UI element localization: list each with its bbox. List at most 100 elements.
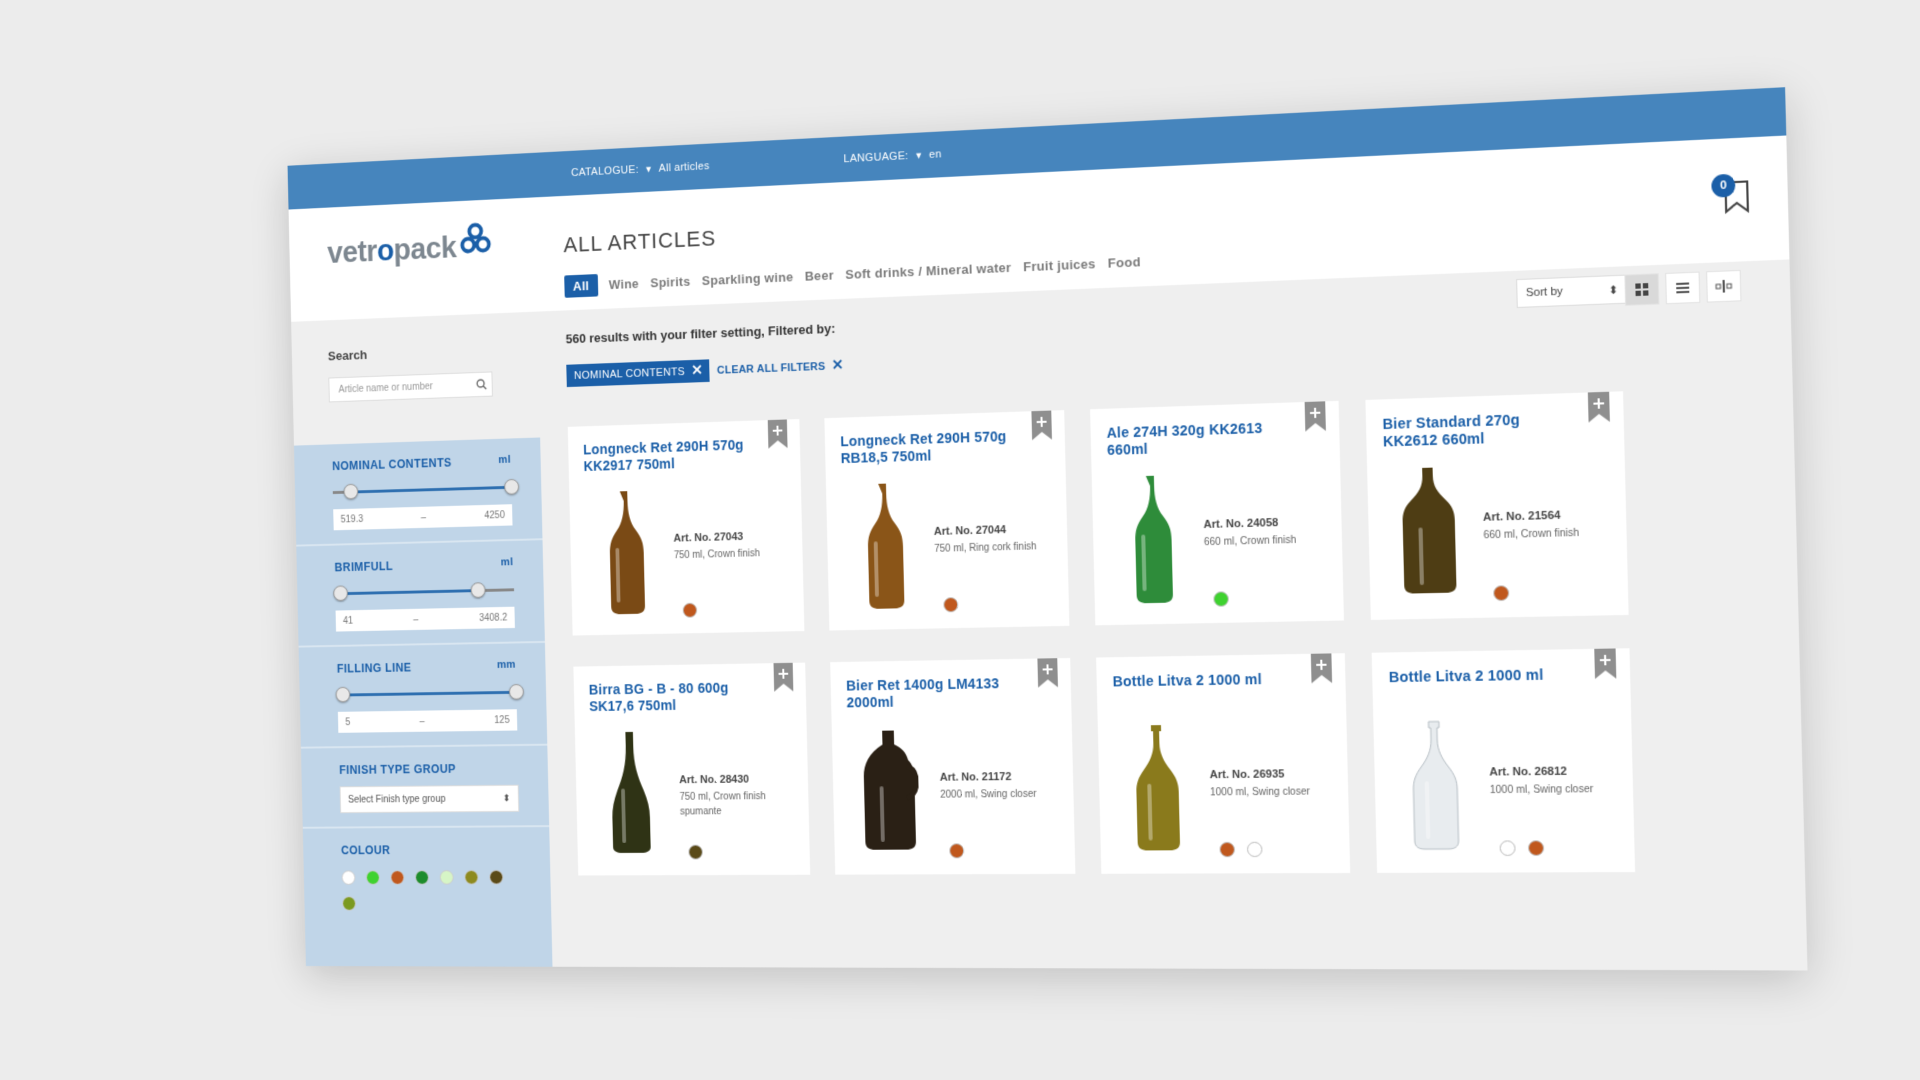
filter-chip-nominal-contents[interactable]: NOMINAL CONTENTS — [566, 359, 709, 387]
chevron-down-icon: ▼ — [914, 150, 923, 160]
bottle-image[interactable] — [1126, 723, 1190, 855]
bookmark-plus-icon — [767, 419, 789, 449]
product-card[interactable]: Bier Ret 1400g LM4133 2000ml Art. No. 211… — [830, 658, 1075, 875]
chip-label: NOMINAL CONTENTS — [574, 366, 685, 382]
product-name[interactable]: Birra BG - B - 80 600g SK17,6 750ml — [589, 679, 760, 715]
view-switcher — [1624, 270, 1741, 306]
bottle-image[interactable] — [859, 726, 920, 855]
facet-finish-type-group: FINISH TYPE GROUP Select Finish type gro… — [301, 746, 549, 829]
clear-all-filters-button[interactable]: CLEAR ALL FILTERS — [717, 359, 843, 376]
finish-type-select[interactable]: Select Finish type group ⬍ — [340, 785, 520, 813]
product-description: 2000 ml, Swing closer — [940, 787, 1069, 803]
colour-swatch[interactable] — [464, 870, 478, 885]
colour-variant-swatch[interactable] — [1219, 842, 1235, 857]
grid-view-button[interactable] — [1624, 273, 1659, 306]
product-name[interactable]: Bottle Litva 2 1000 ml — [1112, 670, 1295, 690]
colour-swatch[interactable] — [390, 870, 404, 884]
bottle-image[interactable] — [1402, 719, 1468, 853]
colour-variant-swatch[interactable] — [1528, 840, 1544, 856]
product-name[interactable]: Longneck Ret 290H 570g KK2917 750ml — [583, 436, 754, 475]
nominal-contents-range[interactable]: 519.3 – 4250 — [333, 504, 512, 530]
tab-beer[interactable]: Beer — [805, 264, 835, 288]
range-min: 519.3 — [341, 514, 364, 525]
slider-max-handle[interactable] — [470, 582, 485, 598]
bottle-image[interactable] — [1396, 465, 1462, 600]
slider-max-handle[interactable] — [504, 479, 519, 495]
colour-variant-swatch[interactable] — [688, 845, 703, 860]
close-icon[interactable] — [692, 365, 702, 378]
nominal-contents-slider[interactable] — [333, 477, 512, 502]
colour-variant-swatch[interactable] — [683, 603, 698, 618]
search-icon[interactable] — [471, 378, 492, 390]
watchlist-button[interactable]: 0 — [1711, 177, 1755, 221]
sort-by-select[interactable]: Sort by ⬍ — [1516, 275, 1628, 309]
slider-max-handle[interactable] — [509, 684, 524, 700]
bottle-image[interactable] — [853, 481, 914, 611]
slider-fill — [350, 486, 511, 494]
article-number: Art. No. 26935 — [1210, 768, 1343, 781]
facet-label: FINISH TYPE GROUP — [339, 762, 456, 777]
product-card[interactable]: Bottle Litva 2 1000 ml Art. No. 26935 1000… — [1096, 653, 1350, 874]
colour-variant-swatch[interactable] — [1247, 842, 1263, 857]
list-icon — [1675, 280, 1690, 295]
colour-swatch[interactable] — [415, 870, 429, 884]
colour-swatch[interactable] — [366, 870, 380, 884]
colour-variant-swatch[interactable] — [943, 597, 958, 612]
colour-variant-swatch[interactable] — [1493, 585, 1509, 601]
product-name[interactable]: Bier Standard 270g KK2612 660ml — [1382, 410, 1572, 451]
range-min: 5 — [345, 717, 350, 728]
colour-swatch[interactable] — [342, 870, 356, 884]
bottle-image[interactable] — [601, 730, 660, 857]
vetropack-logo[interactable]: vetropack — [327, 229, 492, 271]
search-input[interactable] — [329, 378, 471, 396]
slider-min-handle[interactable] — [333, 585, 348, 601]
colour-swatch[interactable] — [489, 870, 503, 885]
product-name[interactable]: Bottle Litva 2 1000 ml — [1389, 666, 1578, 687]
add-to-watchlist-button[interactable] — [1587, 392, 1611, 424]
tab-all[interactable]: All — [564, 274, 598, 298]
filling-line-range[interactable]: 5 – 125 — [338, 709, 517, 733]
bottle-image[interactable] — [595, 488, 654, 616]
tab-spirits[interactable]: Spirits — [650, 270, 691, 294]
add-to-watchlist-button[interactable] — [1036, 658, 1059, 688]
compare-view-button[interactable] — [1706, 270, 1741, 303]
product-name[interactable]: Bier Ret 1400g LM4133 2000ml — [846, 675, 1023, 712]
facet-label: NOMINAL CONTENTS — [332, 456, 452, 473]
product-card[interactable]: Longneck Ret 290H 570g KK2917 750ml Art. … — [568, 419, 805, 636]
slider-min-handle[interactable] — [335, 687, 350, 703]
product-card[interactable]: Birra BG - B - 80 600g SK17,6 750ml Art. … — [573, 663, 810, 876]
tab-food[interactable]: Food — [1107, 250, 1141, 275]
product-card[interactable]: Bier Standard 270g KK2612 660ml Art. No. … — [1365, 391, 1628, 620]
add-to-watchlist-button[interactable] — [1593, 648, 1617, 680]
tab-fruit-juices[interactable]: Fruit juices — [1023, 252, 1096, 278]
add-to-watchlist-button[interactable] — [1310, 653, 1333, 684]
colour-swatch[interactable] — [342, 896, 356, 910]
list-view-button[interactable] — [1665, 272, 1700, 305]
brimfull-range[interactable]: 41 – 3408.2 — [336, 607, 515, 632]
catalogue-selector[interactable]: CATALOGUE: ▼ All articles — [571, 160, 710, 179]
colour-variant-swatch[interactable] — [1213, 591, 1229, 607]
colour-variant-swatch[interactable] — [949, 843, 964, 858]
select-arrows-icon: ⬍ — [1608, 283, 1618, 297]
filling-line-slider[interactable] — [337, 682, 516, 704]
product-card[interactable]: Bottle Litva 2 1000 ml Art. No. 26812 1000… — [1372, 648, 1635, 873]
slider-min-handle[interactable] — [343, 484, 358, 500]
tab-sparkling-wine[interactable]: Sparkling wine — [701, 265, 793, 292]
brimfull-slider[interactable] — [335, 580, 514, 603]
add-to-watchlist-button[interactable] — [1304, 401, 1327, 432]
add-to-watchlist-button[interactable] — [767, 419, 789, 449]
colour-variant-swatch[interactable] — [1499, 840, 1515, 856]
facet-label: BRIMFULL — [334, 559, 393, 574]
language-selector[interactable]: LANGUAGE: ▼ en — [843, 148, 941, 165]
product-name[interactable]: Longneck Ret 290H 570g RB18,5 750ml — [840, 428, 1017, 467]
tab-soft-drinks-mineral-water[interactable]: Soft drinks / Mineral water — [845, 256, 1012, 286]
product-card[interactable]: Ale 274H 320g KK2613 660ml Art. No. 24058… — [1090, 401, 1344, 625]
bottle-image[interactable] — [1120, 473, 1184, 606]
add-to-watchlist-button[interactable] — [1030, 411, 1053, 442]
add-to-watchlist-button[interactable] — [773, 663, 795, 693]
colour-swatch[interactable] — [440, 870, 454, 884]
product-name[interactable]: Ale 274H 320g KK2613 660ml — [1106, 419, 1289, 459]
product-card[interactable]: Longneck Ret 290H 570g RB18,5 750ml Art. … — [824, 410, 1069, 630]
tab-wine[interactable]: Wine — [609, 272, 640, 296]
product-info: Art. No. 21172 2000 ml, Swing closer — [940, 770, 1069, 802]
